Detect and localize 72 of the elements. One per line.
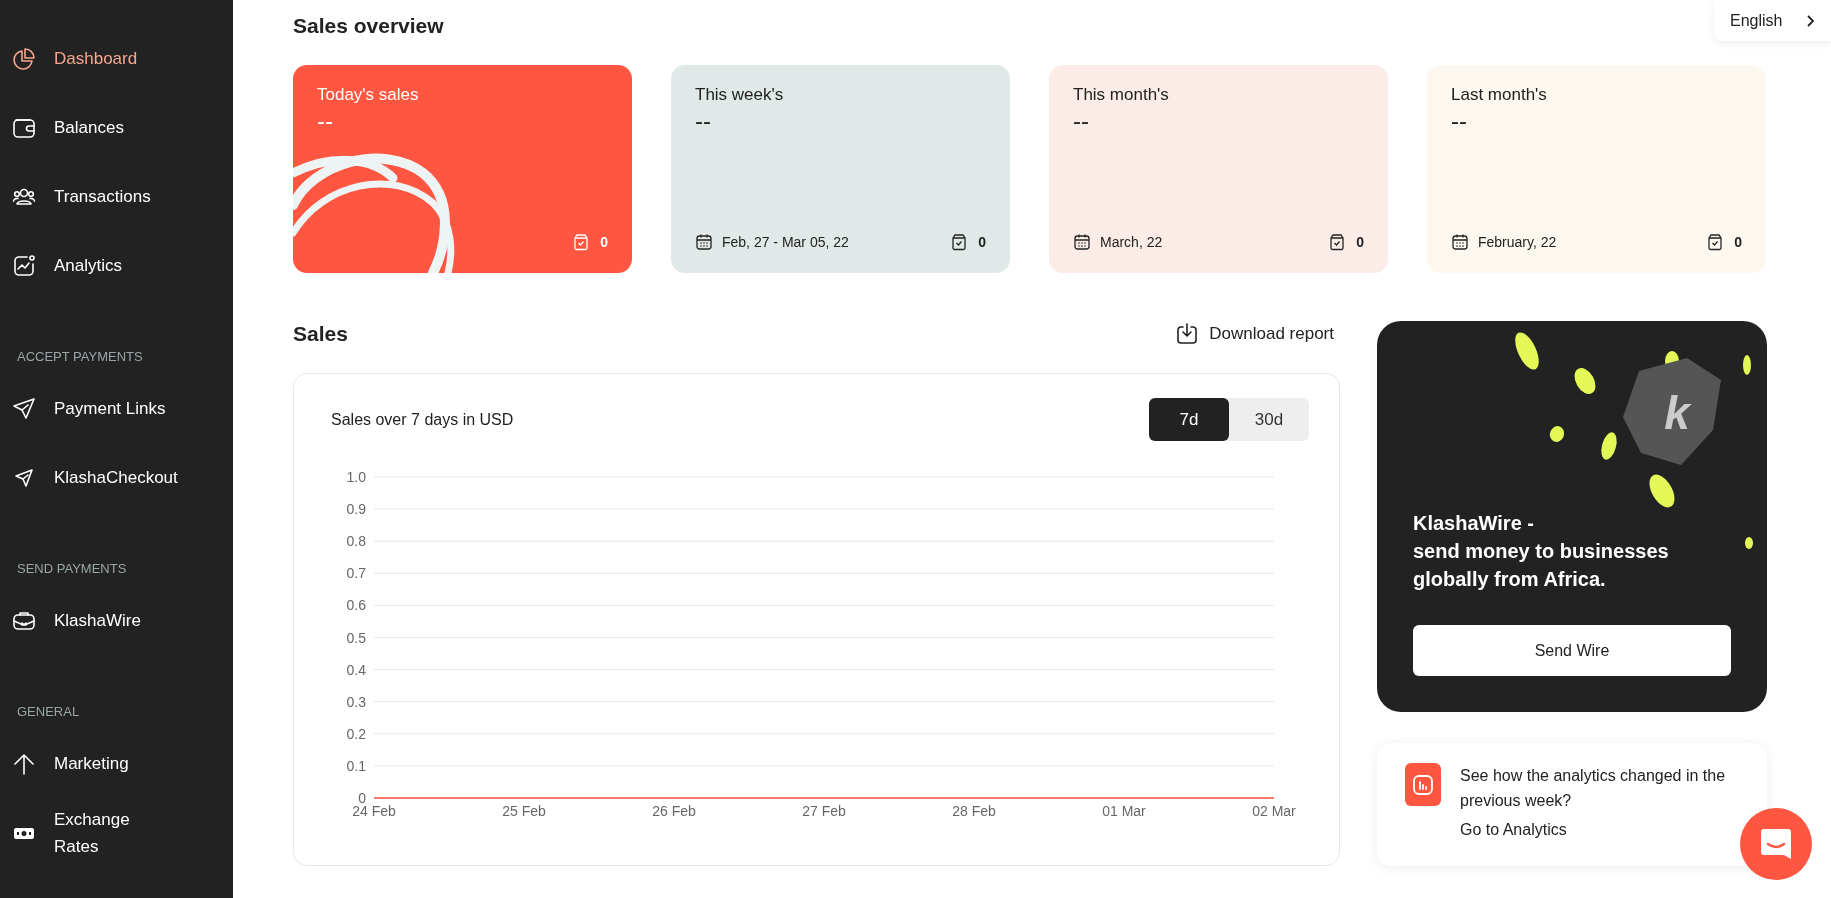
nav-item[interactable]: Transactions bbox=[0, 162, 233, 231]
go-to-analytics-link[interactable]: Go to Analytics bbox=[1460, 821, 1743, 839]
section-title: Sales overview bbox=[293, 13, 444, 39]
card-title: Last month's bbox=[1451, 85, 1548, 105]
pie-chart-icon bbox=[12, 46, 36, 71]
download-icon bbox=[1175, 322, 1200, 346]
card-title: This week's bbox=[695, 85, 785, 105]
shopping-bag-icon bbox=[950, 233, 969, 251]
nav-item[interactable]: Analytics bbox=[0, 231, 233, 300]
y-axis-label: 0.2 bbox=[346, 725, 366, 742]
download-report-button[interactable]: Download report bbox=[1175, 322, 1340, 346]
range-tab[interactable]: 7d bbox=[1149, 398, 1229, 441]
shopping-bag-icon bbox=[572, 233, 591, 251]
bar-chart-icon bbox=[1411, 772, 1435, 797]
y-axis-label: 1.0 bbox=[346, 469, 366, 485]
order-count: 0 bbox=[1356, 234, 1364, 250]
language-selector[interactable]: English bbox=[1714, 0, 1831, 41]
nav-item[interactable]: Dashboard bbox=[0, 24, 233, 93]
y-axis-label: 0.4 bbox=[346, 661, 366, 678]
y-axis-label: 0.1 bbox=[346, 757, 366, 774]
y-axis-label: 0 bbox=[358, 790, 366, 806]
card-value: -- bbox=[1073, 107, 1090, 135]
order-count: 0 bbox=[1734, 234, 1742, 250]
nav-item[interactable]: Balances bbox=[0, 93, 233, 162]
chart-icon bbox=[12, 253, 36, 278]
order-count: 0 bbox=[600, 234, 608, 250]
x-axis-label: 24 Feb bbox=[352, 803, 396, 819]
y-axis-label: 0.3 bbox=[346, 693, 366, 710]
card-value: -- bbox=[695, 107, 712, 135]
x-axis-label: 27 Feb bbox=[802, 803, 846, 819]
period-label: February, 22 bbox=[1478, 234, 1557, 250]
section-heading: GENERAL bbox=[16, 703, 81, 721]
y-axis-label: 0.8 bbox=[346, 533, 366, 550]
shield-logo-drawing: k bbox=[1623, 358, 1721, 465]
section-heading: SEND PAYMENTS bbox=[16, 560, 128, 578]
y-axis-label: 0.9 bbox=[346, 501, 366, 518]
range-tab[interactable]: 30d bbox=[1229, 398, 1309, 441]
tip-text: See how the analytics changed in the previous week? bbox=[1460, 766, 1727, 811]
card-value: -- bbox=[317, 107, 334, 135]
x-axis-label: 25 Feb bbox=[502, 803, 546, 819]
card-title: Today's sales bbox=[317, 85, 420, 105]
period-label: March, 22 bbox=[1100, 234, 1163, 250]
section-heading: ACCEPT PAYMENTS bbox=[16, 348, 144, 366]
x-axis-label: 28 Feb bbox=[952, 803, 996, 819]
section-title: Sales bbox=[293, 321, 348, 347]
chevron-right-icon bbox=[1805, 13, 1817, 28]
nav-item[interactable]: KlashaCheckout bbox=[0, 443, 233, 512]
nav-item[interactable]: Exchange Rates bbox=[0, 798, 233, 867]
nav-item[interactable]: Marketing bbox=[0, 729, 233, 798]
calendar-icon bbox=[1073, 233, 1091, 251]
card-value: -- bbox=[1451, 107, 1468, 135]
chart-title: Sales over 7 days in USD bbox=[331, 410, 514, 429]
y-axis-label: 0.6 bbox=[346, 597, 366, 614]
x-axis-label: 26 Feb bbox=[652, 803, 696, 819]
y-axis-label: 0.7 bbox=[346, 565, 366, 582]
card-title: This month's bbox=[1073, 85, 1170, 105]
chat-bubble-icon bbox=[1758, 826, 1794, 862]
x-axis-label: 01 Mar bbox=[1102, 803, 1146, 819]
y-axis-label: 0.5 bbox=[346, 629, 366, 646]
x-axis-label: 02 Mar bbox=[1252, 803, 1296, 819]
promo-heading: KlashaWire - send money to businesses globally from Africa. bbox=[1413, 511, 1670, 592]
nav-item[interactable]: KlashaWire bbox=[0, 586, 233, 655]
nav-item[interactable]: Payment Links bbox=[0, 374, 233, 443]
calendar-icon bbox=[1451, 233, 1469, 251]
shopping-bag-icon bbox=[1706, 233, 1725, 251]
paper-plane-icon bbox=[12, 396, 36, 421]
order-count: 0 bbox=[978, 234, 986, 250]
shopping-bag-icon bbox=[1328, 233, 1347, 251]
send-wire-button[interactable]: Send Wire bbox=[1413, 625, 1731, 676]
calendar-icon bbox=[695, 233, 713, 251]
period-label: Feb, 27 - Mar 05, 22 bbox=[722, 234, 849, 250]
arrow-up-icon bbox=[12, 751, 36, 776]
